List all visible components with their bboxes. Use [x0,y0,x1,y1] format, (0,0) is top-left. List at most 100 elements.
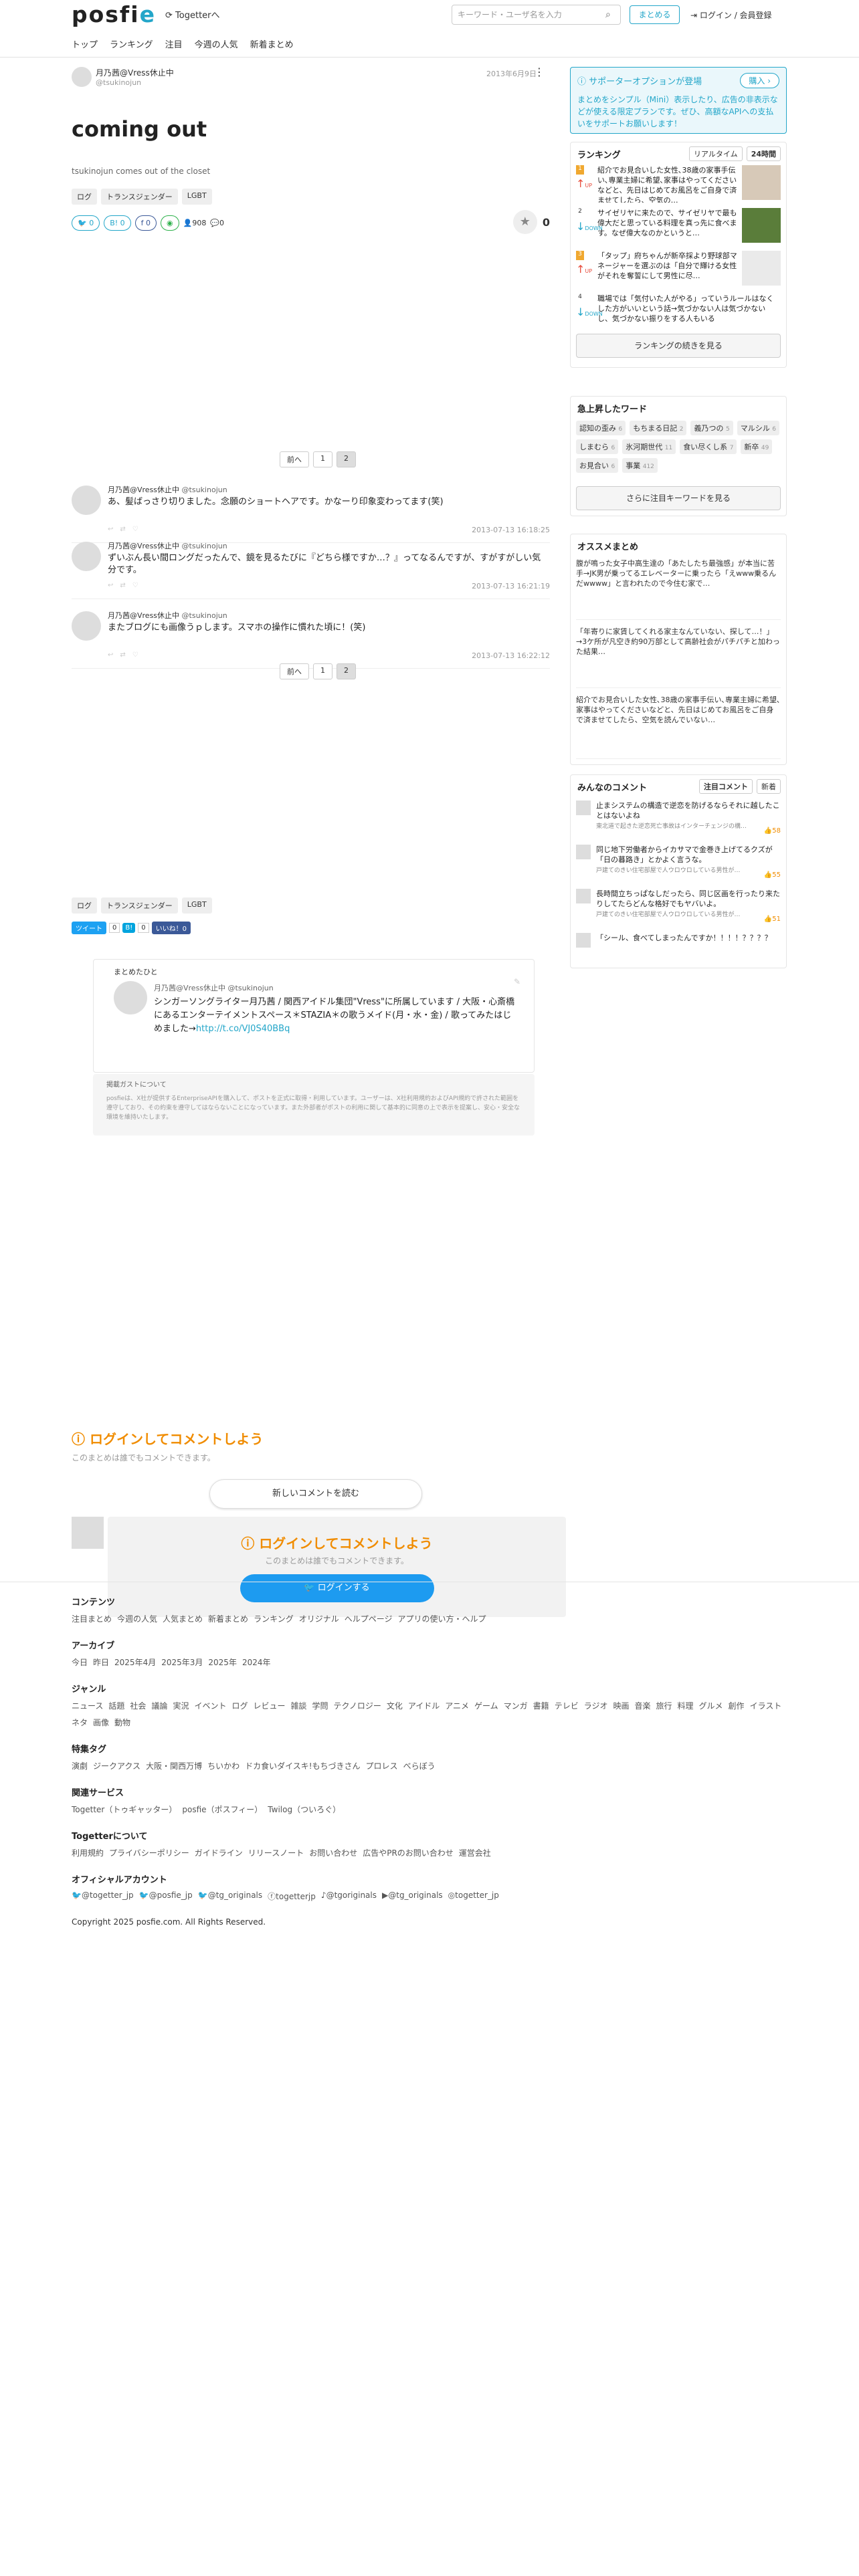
footer-link[interactable]: 雑談 [291,1700,307,1711]
footer-link[interactable]: ランキング [254,1613,294,1624]
twitter-account-link[interactable]: 🐦@posfie_jp [139,1891,193,1902]
posfie-logo[interactable]: posfie [72,1,156,27]
read-new-comments-button[interactable]: 新しいコメントを読む [209,1479,422,1509]
footer-link[interactable]: プロレス [366,1760,398,1772]
footer-link[interactable]: ちいかわ [207,1760,240,1772]
keyword-chip[interactable]: 義乃つの 5 [690,421,733,435]
nav-weekly[interactable]: 今週の人気 [195,37,238,50]
purchase-button[interactable]: 購入 › [740,73,779,88]
footer-link[interactable]: ドカ食いダイスキ!もちづきさん [245,1760,360,1772]
footer-link[interactable]: 広告やPRのお問い合わせ [363,1847,454,1858]
footer-link[interactable]: 料理 [678,1700,694,1711]
hatena-bookmark-button[interactable]: B! [122,923,136,933]
footer-link[interactable]: 演劇 [72,1760,88,1772]
tab-realtime[interactable]: リアルタイム [689,146,743,161]
keyword-chip[interactable]: お見合い 6 [576,458,619,473]
facebook-account-link[interactable]: ⓕtogetterjp [268,1891,316,1902]
tag[interactable]: トランスジェンダー [101,189,178,205]
keyword-chip[interactable]: 氷河期世代 11 [622,439,676,454]
profile-link[interactable]: http://t.co/VJ0S40BBq [196,1024,290,1034]
nav-featured[interactable]: 注目 [165,37,183,50]
instagram-account-link[interactable]: ◎togetter_jp [448,1891,499,1902]
footer-link[interactable]: 動物 [114,1717,130,1728]
keyword-chip[interactable]: もちまる日記 2 [630,421,687,435]
tag[interactable]: ログ [72,897,97,914]
tweet-actions[interactable]: ↩⇄♡ [108,582,145,589]
footer-link[interactable]: ガイドライン [195,1847,243,1858]
footer-link[interactable]: イベント [194,1700,226,1711]
keyword-chip[interactable]: 食い尽くし系 7 [680,439,737,454]
tiktok-account-link[interactable]: ♪@tgoriginals [321,1891,377,1902]
footer-link[interactable]: 2025年3月 [161,1656,203,1668]
footer-link[interactable]: アプリの使い方・ヘルプ [397,1613,486,1624]
page-2[interactable]: 2 [337,663,356,679]
footer-link[interactable]: 社会 [130,1700,146,1711]
tweet-author[interactable]: 月乃茜@Vress休止中 @tsukinojun [108,484,227,495]
keyword-chip[interactable]: 事業 412 [622,458,658,473]
footer-link[interactable]: イラスト [750,1700,782,1711]
prev-button[interactable]: 前へ [280,663,309,679]
page-1[interactable]: 1 [313,663,332,679]
page-1[interactable]: 1 [313,451,332,467]
togetter-link[interactable]: ⟳ Togetterへ [165,8,220,21]
footer-link[interactable]: アニメ [445,1700,469,1711]
comment-item[interactable]: 「シール、食べてしまったんですか！！！！？？？？ [576,933,781,960]
ranking-item[interactable]: 3 ↑UP 「タップ」府ちゃんが新卒採より野球部マネージャーを選ぶのは「自分で輝… [576,251,783,291]
article-author[interactable]: 月乃茜@Vress休止中 @tsukinojun [72,67,174,87]
footer-link[interactable]: グルメ [699,1700,723,1711]
twitter-account-link[interactable]: 🐦@tg_originals [198,1891,262,1902]
footer-link[interactable]: 話題 [108,1700,124,1711]
recommended-item[interactable]: 紹介でお見合いした女性､38歳の家事手伝い､専業主婦に希望､家事はやってください… [576,695,781,759]
line-share-button[interactable]: ◉ [161,215,179,231]
keyword-chip[interactable]: 新卒 49 [741,439,773,454]
footer-link[interactable]: ログ [231,1700,248,1711]
footer-link[interactable]: オリジナル [299,1613,339,1624]
facebook-share-button[interactable]: f 0 [134,215,157,231]
prev-button[interactable]: 前へ [280,451,309,467]
search-icon[interactable]: ⌕ [605,9,616,20]
avatar[interactable] [72,542,101,571]
footer-link[interactable]: 議論 [151,1700,167,1711]
footer-link[interactable]: テクノロジー [334,1700,381,1711]
footer-link[interactable]: 2024年 [242,1656,271,1668]
login-cta-title[interactable]: ⓘ ログインしてコメントしよう [72,1428,263,1448]
footer-link[interactable]: 利用規約 [72,1847,104,1858]
twitter-share-button[interactable]: 🐦 0 [72,215,100,231]
footer-link[interactable]: 音楽 [634,1700,650,1711]
tweet-button[interactable]: ツイート [72,922,106,934]
keyword-chip[interactable]: 認知の歪み 6 [576,421,626,435]
tag[interactable]: LGBT [181,897,212,914]
footer-link[interactable]: アイドル [408,1700,440,1711]
tweet-author[interactable]: 月乃茜@Vress休止中 @tsukinojun [108,540,227,551]
footer-link[interactable]: 旅行 [656,1700,672,1711]
ranking-item[interactable]: 2 ↓DOWN サイゼリヤに来たので、サイゼリヤで最も偉大だと思っている料理を真… [576,208,783,248]
footer-link[interactable]: 今日 [72,1656,88,1668]
tag[interactable]: ログ [72,189,97,205]
footer-link[interactable]: レビュー [254,1700,286,1711]
footer-link[interactable]: プライバシーポリシー [109,1847,189,1858]
avatar[interactable] [114,981,147,1014]
footer-link[interactable]: 大阪・関西万博 [146,1760,202,1772]
tweet-time[interactable]: 2013-07-13 16:22:12 [472,651,550,660]
avatar[interactable] [72,611,101,641]
keyword-chip[interactable]: マルシル 6 [737,421,779,435]
comment-item[interactable]: 同じ地下労働者からイカサマで金巻き上げてるクズが「日の暮路き」とかよく言うな。戸… [576,845,781,883]
footer-link[interactable]: ゲーム [474,1700,498,1711]
footer-link[interactable]: マンガ [504,1700,528,1711]
footer-link[interactable]: 書籍 [533,1700,549,1711]
twitter-account-link[interactable]: 🐦@togetter_jp [72,1891,134,1902]
footer-link[interactable]: ネタ [72,1717,88,1728]
recommended-item[interactable]: 腹が鳴った女子中高生達の「あたしたち最強感」が本当に苦手→JK男が乗ってるエレベ… [576,558,781,620]
tag[interactable]: LGBT [181,189,212,205]
youtube-account-link[interactable]: ▶@tg_originals [382,1891,443,1902]
comment-item[interactable]: 止まシステムの構造で逆恋を防げるならそれに越したことはないよね 東北道で起きた逆恋… [576,800,781,839]
footer-link[interactable]: 創作 [729,1700,745,1711]
tab-24h[interactable]: 24時間 [746,146,781,161]
footer-link[interactable]: 学問 [312,1700,328,1711]
footer-link[interactable]: Togetter（トゥギャッター） [72,1804,177,1815]
footer-link[interactable]: posfie（ポスフィー） [182,1804,262,1815]
footer-link[interactable]: 画像 [93,1717,109,1728]
footer-link[interactable]: 運営会社 [459,1847,491,1858]
tweet-time[interactable]: 2013-07-13 16:21:19 [472,582,550,591]
tab-featured-comments[interactable]: 注目コメント [699,779,753,794]
